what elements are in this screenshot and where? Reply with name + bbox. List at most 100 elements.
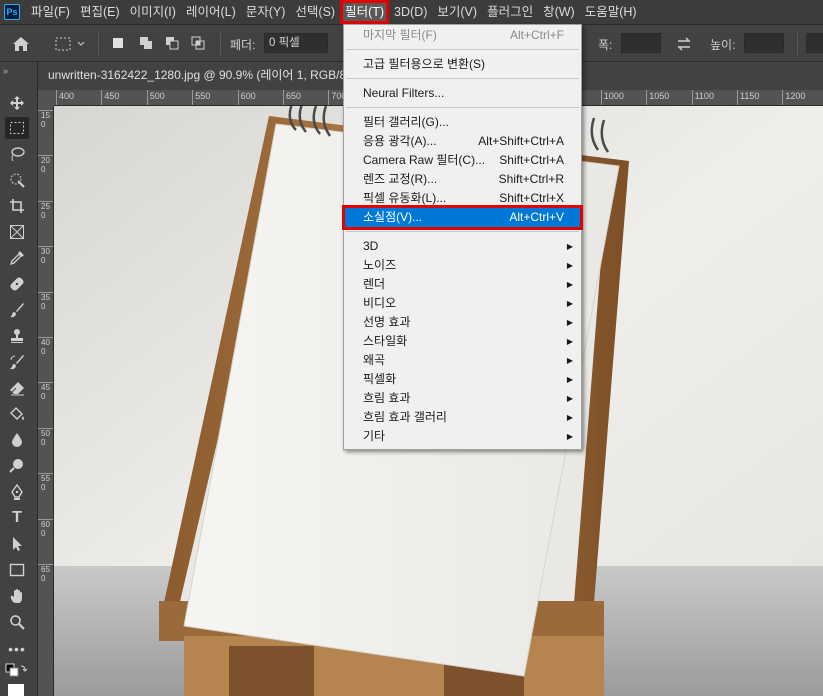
ruler-tick-label: 450 <box>38 382 53 401</box>
lasso-tool-icon[interactable] <box>5 143 29 165</box>
menu-item-5[interactable]: 선택(S) <box>290 0 340 24</box>
shortcut-label: Shift+Ctrl+X <box>499 191 564 205</box>
menu-item-2[interactable]: 이미지(I) <box>125 0 181 24</box>
menu-item-11[interactable]: 도움말(H) <box>580 0 642 24</box>
move-tool-icon[interactable] <box>5 92 29 114</box>
ruler-tick-label: 600 <box>237 90 256 105</box>
filter-menu-item[interactable]: 스타일화 ▶ <box>345 332 580 351</box>
ruler-tick-label: 250 <box>38 200 53 220</box>
ruler-tick-label: 200 <box>38 155 53 174</box>
menu-item-7[interactable]: 3D(D) <box>389 0 432 24</box>
submenu-arrow-icon: ▶ <box>566 242 573 251</box>
home-icon[interactable] <box>12 33 30 55</box>
menu-item-3[interactable]: 레이어(L) <box>181 0 241 24</box>
subtract-selection-icon[interactable] <box>162 33 182 53</box>
submenu-arrow-icon: ▶ <box>566 432 573 441</box>
pen-tool-icon[interactable] <box>5 481 29 503</box>
menu-items: 파일(F) 편집(E) 이미지(I) 레이어(L) 문자(Y) 선택(S) 필터(T) 3D(… <box>26 0 642 24</box>
collapse-icon[interactable]: » <box>3 66 8 76</box>
feather-field[interactable]: 0 픽셀 <box>264 33 328 53</box>
filter-menu-item[interactable]: 소실점(V)... Alt+Ctrl+V <box>342 205 583 230</box>
filter-menu-item[interactable]: 노이즈 ▶ <box>345 256 580 275</box>
more-tools-icon[interactable]: ••• <box>5 638 29 660</box>
quick-selection-tool-icon[interactable] <box>5 169 29 191</box>
width-field[interactable] <box>621 33 661 53</box>
zoom-tool-icon[interactable] <box>5 611 29 633</box>
height-label: 높이: <box>710 37 736 52</box>
ruler-tick-label: 1050 <box>646 90 669 105</box>
filter-menu-item[interactable]: 렌즈 교정(R)... Shift+Ctrl+R <box>345 170 580 189</box>
filter-menu-item[interactable]: 선명 효과 ▶ <box>345 313 580 332</box>
filter-menu-item[interactable]: 필터 갤러리(G)... <box>345 113 580 132</box>
filter-menu-item-label: Camera Raw 필터(C)... <box>363 153 486 167</box>
menu-item-10[interactable]: 창(W) <box>538 0 580 24</box>
ruler-origin[interactable] <box>38 90 54 106</box>
filter-menu-item[interactable]: 흐림 효과 갤러리 ▶ <box>345 408 580 427</box>
menu-item-0[interactable]: 파일(F) <box>26 0 75 24</box>
hand-tool-icon[interactable] <box>5 585 29 607</box>
ruler-tick-label: 500 <box>38 427 53 447</box>
filter-menu-item-label: 왜곡 <box>363 353 386 367</box>
vertical-ruler[interactable]: 150 200 250 300 350 400 450 500 550 600 650 <box>38 106 54 696</box>
history-brush-tool-icon[interactable] <box>5 351 29 373</box>
filter-menu-item-label: 렌즈 교정(R)... <box>363 172 438 186</box>
dodge-tool-icon[interactable] <box>5 455 29 477</box>
filter-menu-item[interactable]: 렌더 ▶ <box>345 275 580 294</box>
menu-item-9[interactable]: 플러그인 <box>482 0 538 24</box>
marquee-tool-icon[interactable] <box>5 117 29 139</box>
filter-menu-item[interactable]: 마지막 필터(F) Alt+Ctrl+F <box>345 26 580 45</box>
submenu-arrow-icon: ▶ <box>566 318 573 327</box>
photoshop-logo-icon[interactable]: Ps <box>4 4 20 20</box>
filter-menu-item[interactable]: 기타 ▶ <box>345 427 580 446</box>
frame-tool-icon[interactable] <box>5 221 29 243</box>
paint-bucket-tool-icon[interactable] <box>5 403 29 425</box>
color-swatches-icon[interactable] <box>5 662 29 684</box>
type-tool-icon[interactable]: T <box>5 507 29 529</box>
filter-menu-item[interactable]: 3D ▶ <box>345 237 580 256</box>
menu-item-8[interactable]: 보기(V) <box>432 0 482 24</box>
ruler-tick-label: 150 <box>38 110 53 129</box>
path-selection-tool-icon[interactable] <box>5 533 29 555</box>
menu-bar: Ps 파일(F) 편집(E) 이미지(I) 레이어(L) 문자(Y) 선택(S) 필터(T)… <box>0 0 823 24</box>
feather-label: 페더: <box>230 37 256 52</box>
marquee-preset-icon[interactable] <box>52 33 88 55</box>
filter-menu-item[interactable]: 픽셀 유동화(L)... Shift+Ctrl+X <box>345 189 580 208</box>
height-field[interactable] <box>744 33 784 53</box>
filter-menu-item[interactable]: 응용 광각(A)... Alt+Shift+Ctrl+A <box>345 132 580 151</box>
submenu-arrow-icon: ▶ <box>566 375 573 384</box>
filter-menu-item-label: 고급 필터용으로 변환(S) <box>363 57 486 71</box>
eraser-tool-icon[interactable] <box>5 377 29 399</box>
shortcut-label: Shift+Ctrl+R <box>498 172 564 186</box>
filter-menu-item[interactable]: 왜곡 ▶ <box>345 351 580 370</box>
new-selection-icon[interactable] <box>108 33 128 53</box>
rectangle-tool-icon[interactable] <box>5 559 29 581</box>
menu-item-1[interactable]: 편집(E) <box>75 0 125 24</box>
submenu-arrow-icon: ▶ <box>566 356 573 365</box>
ruler-tick-label: 1000 <box>600 90 624 105</box>
eyedropper-tool-icon[interactable] <box>5 247 29 269</box>
intersect-selection-icon[interactable] <box>188 33 208 53</box>
shortcut-label: Alt+Ctrl+F <box>509 28 564 42</box>
blur-tool-icon[interactable] <box>5 429 29 451</box>
style-select[interactable] <box>806 33 823 53</box>
filter-menu-item[interactable]: Neural Filters... <box>345 84 580 103</box>
brush-tool-icon[interactable] <box>5 299 29 321</box>
clone-stamp-tool-icon[interactable] <box>5 325 29 347</box>
healing-brush-tool-icon[interactable] <box>5 273 29 295</box>
filter-menu-item-label: 흐림 효과 갤러리 <box>363 410 447 424</box>
menu-item-4[interactable]: 문자(Y) <box>241 0 291 24</box>
filter-menu-item[interactable]: 픽셀화 ▶ <box>345 370 580 389</box>
filter-menu-item-label: 기타 <box>363 429 386 443</box>
menu-item-6[interactable]: 필터(T) <box>340 0 390 24</box>
ruler-tick-label: 550 <box>192 90 210 105</box>
filter-menu-item[interactable]: 흐림 효과 ▶ <box>345 389 580 408</box>
filter-menu-item[interactable]: 비디오 ▶ <box>345 294 580 313</box>
add-selection-icon[interactable] <box>136 33 156 53</box>
swap-icon[interactable] <box>676 33 692 55</box>
filter-menu-item[interactable]: Camera Raw 필터(C)... Shift+Ctrl+A <box>345 151 580 170</box>
filter-menu-item[interactable]: 고급 필터용으로 변환(S) <box>345 55 580 74</box>
foreground-background-swatch[interactable] <box>8 684 24 696</box>
crop-tool-icon[interactable] <box>5 195 29 217</box>
filter-menu-item-label: 스타일화 <box>363 334 408 348</box>
filter-menu-item-label: 렌더 <box>363 277 386 291</box>
